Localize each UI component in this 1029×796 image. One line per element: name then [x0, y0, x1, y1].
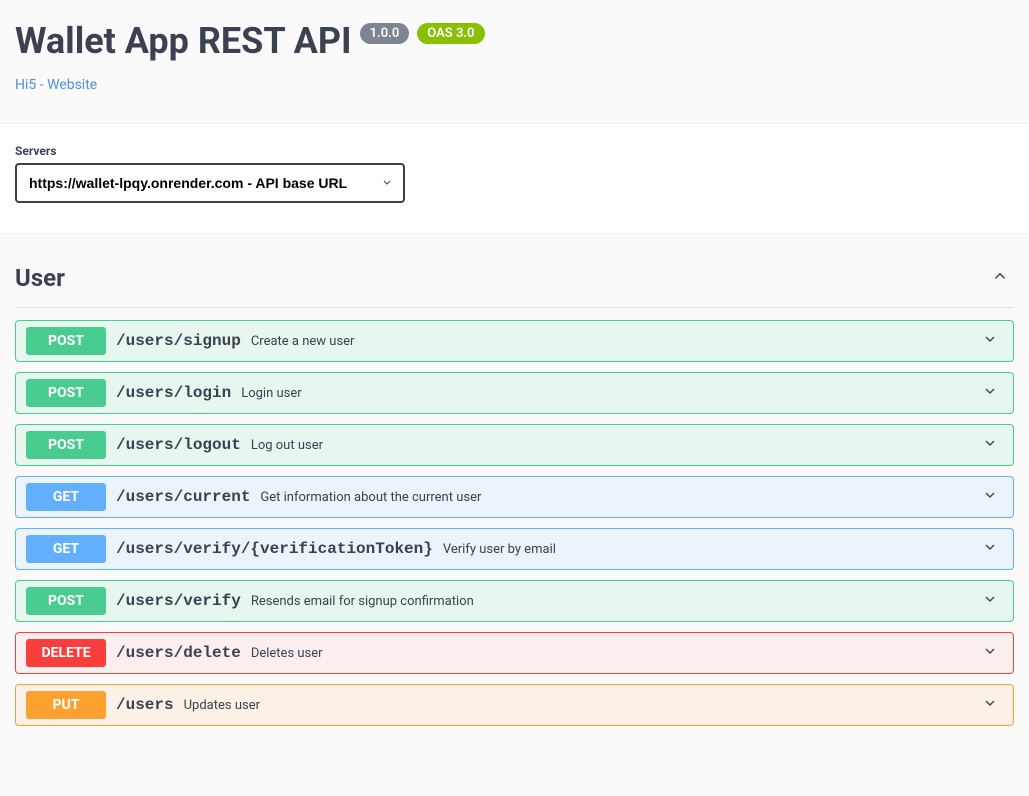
operation-path: /users — [116, 696, 174, 714]
method-badge: POST — [26, 327, 106, 355]
operation-path: /users/delete — [116, 644, 241, 662]
api-title: Wallet App REST API — [15, 20, 352, 62]
server-select-wrap: https://wallet-lpqy.onrender.com - API b… — [15, 163, 405, 203]
website-link[interactable]: Hi5 - Website — [15, 77, 97, 93]
operation-row[interactable]: POST/users/verify Resends email for signu… — [15, 580, 1014, 622]
chevron-up-icon — [991, 267, 1014, 289]
operation-row[interactable]: POST/users/login Login user — [15, 372, 1014, 414]
operation-path: /users/signup — [116, 332, 241, 350]
method-badge: GET — [26, 535, 106, 563]
operation-path: /users/logout — [116, 436, 241, 454]
method-badge: POST — [26, 431, 106, 459]
method-badge: GET — [26, 483, 106, 511]
title-row: Wallet App REST API 1.0.0 OAS 3.0 — [15, 20, 1014, 62]
servers-section: Servers https://wallet-lpqy.onrender.com… — [0, 123, 1029, 234]
method-badge: POST — [26, 587, 106, 615]
operation-summary: Get information about the current user — [260, 490, 982, 505]
chevron-down-icon — [982, 591, 1003, 611]
operation-summary: Create a new user — [251, 334, 982, 349]
chevron-down-icon — [982, 695, 1003, 715]
operation-summary: Verify user by email — [443, 542, 982, 557]
oas-badge: OAS 3.0 — [417, 23, 484, 44]
tag-header-user[interactable]: User — [15, 254, 1014, 308]
chevron-down-icon — [982, 383, 1003, 403]
tag-title: User — [15, 264, 65, 292]
header-section: Wallet App REST API 1.0.0 OAS 3.0 Hi5 - … — [0, 0, 1029, 123]
chevron-down-icon — [982, 487, 1003, 507]
operation-summary: Updates user — [184, 698, 982, 713]
operations-list: POST/users/signupCreate a new userPOST/u… — [15, 320, 1014, 726]
operation-path: /users/current — [116, 488, 250, 506]
method-badge: PUT — [26, 691, 106, 719]
operation-summary: Login user — [241, 386, 982, 401]
chevron-down-icon — [982, 643, 1003, 663]
operation-row[interactable]: DELETE/users/delete Deletes user — [15, 632, 1014, 674]
operation-path: /users/verify/{verificationToken} — [116, 540, 433, 558]
method-badge: POST — [26, 379, 106, 407]
servers-label: Servers — [15, 144, 1014, 158]
chevron-down-icon — [982, 539, 1003, 559]
operation-row[interactable]: POST/users/signup Create a new user — [15, 320, 1014, 362]
main: User POST/users/signupCreate a new userP… — [0, 234, 1029, 776]
operation-summary: Log out user — [251, 438, 982, 453]
operation-row[interactable]: POST/users/logout Log out user — [15, 424, 1014, 466]
link-row: Hi5 - Website — [15, 77, 1014, 93]
chevron-down-icon — [982, 435, 1003, 455]
operation-row[interactable]: GET/users/verify/{verificationToken} Veri… — [15, 528, 1014, 570]
operation-summary: Resends email for signup confirmation — [251, 594, 982, 609]
operation-path: /users/login — [116, 384, 231, 402]
method-badge: DELETE — [26, 639, 106, 667]
operation-row[interactable]: GET/users/current Get information about t… — [15, 476, 1014, 518]
version-badge: 1.0.0 — [360, 23, 410, 44]
server-select[interactable]: https://wallet-lpqy.onrender.com - API b… — [15, 163, 405, 203]
operation-summary: Deletes user — [251, 646, 982, 661]
operation-path: /users/verify — [116, 592, 241, 610]
chevron-down-icon — [982, 331, 1003, 351]
operation-row[interactable]: PUT/users Updates user — [15, 684, 1014, 726]
